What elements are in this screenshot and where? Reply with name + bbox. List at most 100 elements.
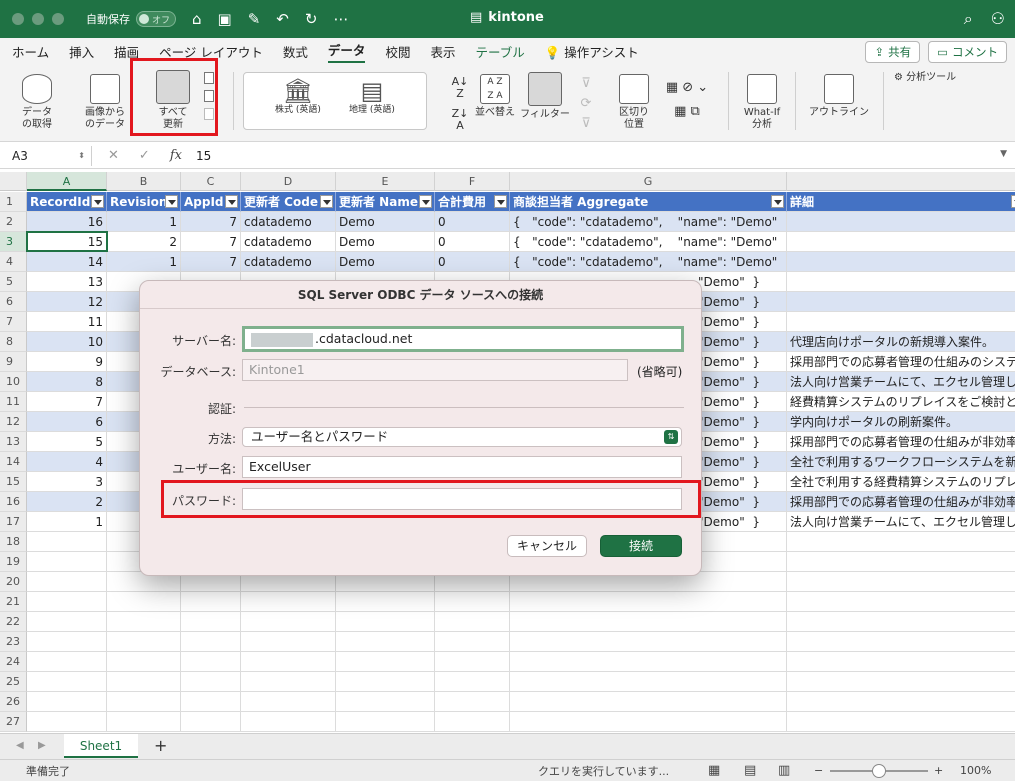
table-cell[interactable]: 全社で利用する経費精算システムのリプレ	[787, 472, 1015, 492]
home-icon[interactable]: ⌂	[192, 10, 202, 28]
table-cell[interactable]: 5	[27, 432, 107, 452]
table-cell[interactable]: 代理店向けポータルの新規導入案件。	[787, 332, 1015, 352]
zoom-level[interactable]: 100%	[960, 764, 991, 777]
filter-dropdown-icon[interactable]	[494, 195, 507, 208]
formula-value[interactable]: 15	[196, 149, 211, 163]
filter-dropdown-icon[interactable]	[320, 195, 333, 208]
table-cell[interactable]: 学内向けポータルの刷新案件。	[787, 412, 1015, 432]
add-sheet-button[interactable]: +	[154, 736, 167, 755]
empty-cell[interactable]	[510, 652, 787, 672]
column-header-h[interactable]	[787, 172, 1015, 191]
table-cell[interactable]	[787, 312, 1015, 332]
autosave-toggle[interactable]: オフ	[136, 11, 176, 27]
table-header-cell[interactable]: 詳細	[787, 192, 1015, 212]
table-header-cell[interactable]: 更新者 Name	[336, 192, 435, 212]
table-cell[interactable]: 7	[27, 392, 107, 412]
more-icon[interactable]: ⋯	[333, 10, 348, 28]
table-cell[interactable]: 10	[27, 332, 107, 352]
table-header-cell[interactable]: RecordId	[27, 192, 107, 212]
table-header-cell[interactable]: AppId	[181, 192, 241, 212]
function-icon[interactable]: fx	[170, 148, 182, 163]
table-cell[interactable]: 2	[27, 492, 107, 512]
row-header[interactable]: 23	[0, 632, 27, 652]
table-cell[interactable]	[787, 232, 1015, 252]
table-cell[interactable]: 0	[435, 212, 510, 232]
get-data-button[interactable]: データ の取得	[14, 74, 60, 131]
table-cell[interactable]: 法人向け営業チームにて、エクセル管理し	[787, 372, 1015, 392]
analysis-tools-button[interactable]: ⚙ 分析ツール	[894, 72, 974, 84]
empty-cell[interactable]	[241, 592, 336, 612]
empty-cell[interactable]	[435, 612, 510, 632]
column-header-g[interactable]: G	[510, 172, 787, 191]
next-sheet-icon[interactable]: ▶	[38, 740, 46, 751]
table-cell[interactable]: Demo	[336, 212, 435, 232]
empty-cell[interactable]	[27, 632, 107, 652]
prev-sheet-icon[interactable]: ◀	[16, 740, 24, 751]
normal-view-icon[interactable]: ▦	[708, 763, 720, 778]
row-header[interactable]: 21	[0, 592, 27, 612]
column-header-d[interactable]: D	[241, 172, 336, 191]
table-cell[interactable]: 7	[181, 252, 241, 272]
table-cell[interactable]: Demo	[336, 252, 435, 272]
row-header[interactable]: 4	[0, 252, 27, 272]
empty-cell[interactable]	[787, 532, 1015, 552]
empty-cell[interactable]	[787, 632, 1015, 652]
row-header[interactable]: 20	[0, 572, 27, 592]
row-header[interactable]: 9	[0, 352, 27, 372]
database-input[interactable]: Kintone1	[242, 359, 628, 381]
password-input[interactable]	[242, 488, 682, 510]
data-tools-small-buttons[interactable]: ▦ ⊘ ⌄ ▦ ⧉	[658, 76, 716, 124]
table-cell[interactable]: cdatademo	[241, 232, 336, 252]
username-input[interactable]: ExcelUser	[242, 456, 682, 478]
share-button[interactable]: ⇪ 共有	[865, 41, 921, 63]
table-cell[interactable]: 14	[27, 252, 107, 272]
row-header[interactable]: 16	[0, 492, 27, 512]
empty-cell[interactable]	[510, 592, 787, 612]
zoom-slider-thumb[interactable]	[872, 764, 886, 778]
table-cell[interactable]: 全社で利用するワークフローシステムを新	[787, 452, 1015, 472]
table-cell[interactable]: 1	[27, 512, 107, 532]
empty-cell[interactable]	[435, 632, 510, 652]
table-cell[interactable]: 11	[27, 312, 107, 332]
row-header[interactable]: 6	[0, 292, 27, 312]
empty-cell[interactable]	[787, 552, 1015, 572]
empty-cell[interactable]	[510, 692, 787, 712]
table-cell[interactable]: { "code": "cdatademo", "name": "Demo" }	[510, 252, 787, 272]
table-cell[interactable]: 2	[107, 232, 181, 252]
column-header-b[interactable]: B	[107, 172, 181, 191]
filter-dropdown-icon[interactable]	[771, 195, 784, 208]
data-from-picture-button[interactable]: 画像から のデータ	[80, 74, 130, 131]
row-header[interactable]: 14	[0, 452, 27, 472]
table-cell[interactable]: { "code": "cdatademo", "name": "Demo" }	[510, 212, 787, 232]
empty-cell[interactable]	[510, 612, 787, 632]
table-cell[interactable]: 8	[27, 372, 107, 392]
cancel-icon[interactable]: ✕	[108, 148, 119, 163]
save-icon[interactable]: ▣	[218, 10, 232, 28]
table-header-cell[interactable]: Revision	[107, 192, 181, 212]
empty-cell[interactable]	[107, 632, 181, 652]
sheet-tab-sheet1[interactable]: Sheet1	[64, 734, 138, 758]
empty-cell[interactable]	[241, 672, 336, 692]
empty-cell[interactable]	[787, 652, 1015, 672]
empty-cell[interactable]	[241, 692, 336, 712]
expand-formula-icon[interactable]: ▼	[1000, 149, 1007, 159]
table-cell[interactable]: 13	[27, 272, 107, 292]
row-header[interactable]: 10	[0, 372, 27, 392]
text-to-columns-button[interactable]: 区切り 位置	[613, 74, 655, 131]
table-cell[interactable]: 7	[181, 212, 241, 232]
empty-cell[interactable]	[336, 612, 435, 632]
empty-cell[interactable]	[336, 632, 435, 652]
table-cell[interactable]: Demo	[336, 232, 435, 252]
connect-button[interactable]: 接続	[600, 535, 682, 557]
empty-cell[interactable]	[181, 672, 241, 692]
empty-cell[interactable]	[435, 592, 510, 612]
row-header[interactable]: 27	[0, 712, 27, 732]
table-cell[interactable]: 採用部門での応募者管理の仕組みが非効率	[787, 432, 1015, 452]
geography-button[interactable]: ▤ 地理 (英語)	[342, 78, 402, 116]
table-cell[interactable]	[787, 292, 1015, 312]
undo-icon[interactable]: ↶	[276, 10, 289, 28]
table-cell[interactable]	[787, 212, 1015, 232]
empty-cell[interactable]	[336, 712, 435, 732]
empty-cell[interactable]	[27, 532, 107, 552]
table-cell[interactable]	[787, 272, 1015, 292]
